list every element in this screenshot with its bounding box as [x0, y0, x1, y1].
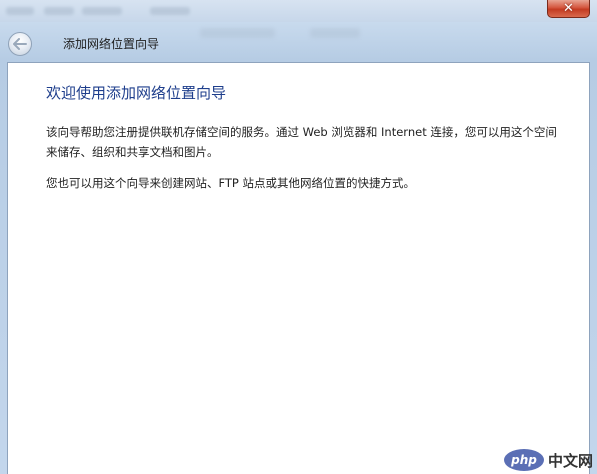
blurred-background-text: [6, 7, 34, 15]
blurred-background-text: [150, 7, 190, 15]
close-button[interactable]: ✕: [547, 0, 590, 18]
blurred-background-text: [44, 7, 74, 15]
blurred-background-text: [310, 28, 360, 38]
blurred-background-text: [200, 28, 275, 38]
description-paragraph-secondary: 您也可以用这个向导来创建网站、FTP 站点或其他网络位置的快捷方式。: [46, 176, 416, 190]
watermark-text: 中文网: [547, 451, 593, 470]
close-icon: ✕: [563, 1, 574, 16]
navigation-bar: 添加网络位置向导: [0, 22, 597, 62]
back-arrow-icon: [13, 38, 27, 50]
wizard-content-pane: 欢迎使用添加网络位置向导 该向导帮助您注册提供联机存储空间的服务。通过 Web …: [7, 62, 590, 474]
back-button[interactable]: [8, 32, 32, 56]
wizard-window: ✕ 添加网络位置向导 欢迎使用添加网络位置向导 该向导帮助您注册提供联机存储空间…: [0, 0, 597, 474]
blurred-background-text: [82, 7, 122, 15]
php-logo: php: [503, 449, 544, 471]
description-paragraph: 该向导帮助您注册提供联机存储空间的服务。通过 Web 浏览器和 Internet…: [46, 125, 557, 159]
wizard-title: 添加网络位置向导: [63, 37, 160, 51]
background-window-strip: [0, 0, 597, 22]
site-watermark: php 中文网: [503, 449, 593, 471]
page-heading: 欢迎使用添加网络位置向导: [46, 84, 227, 102]
